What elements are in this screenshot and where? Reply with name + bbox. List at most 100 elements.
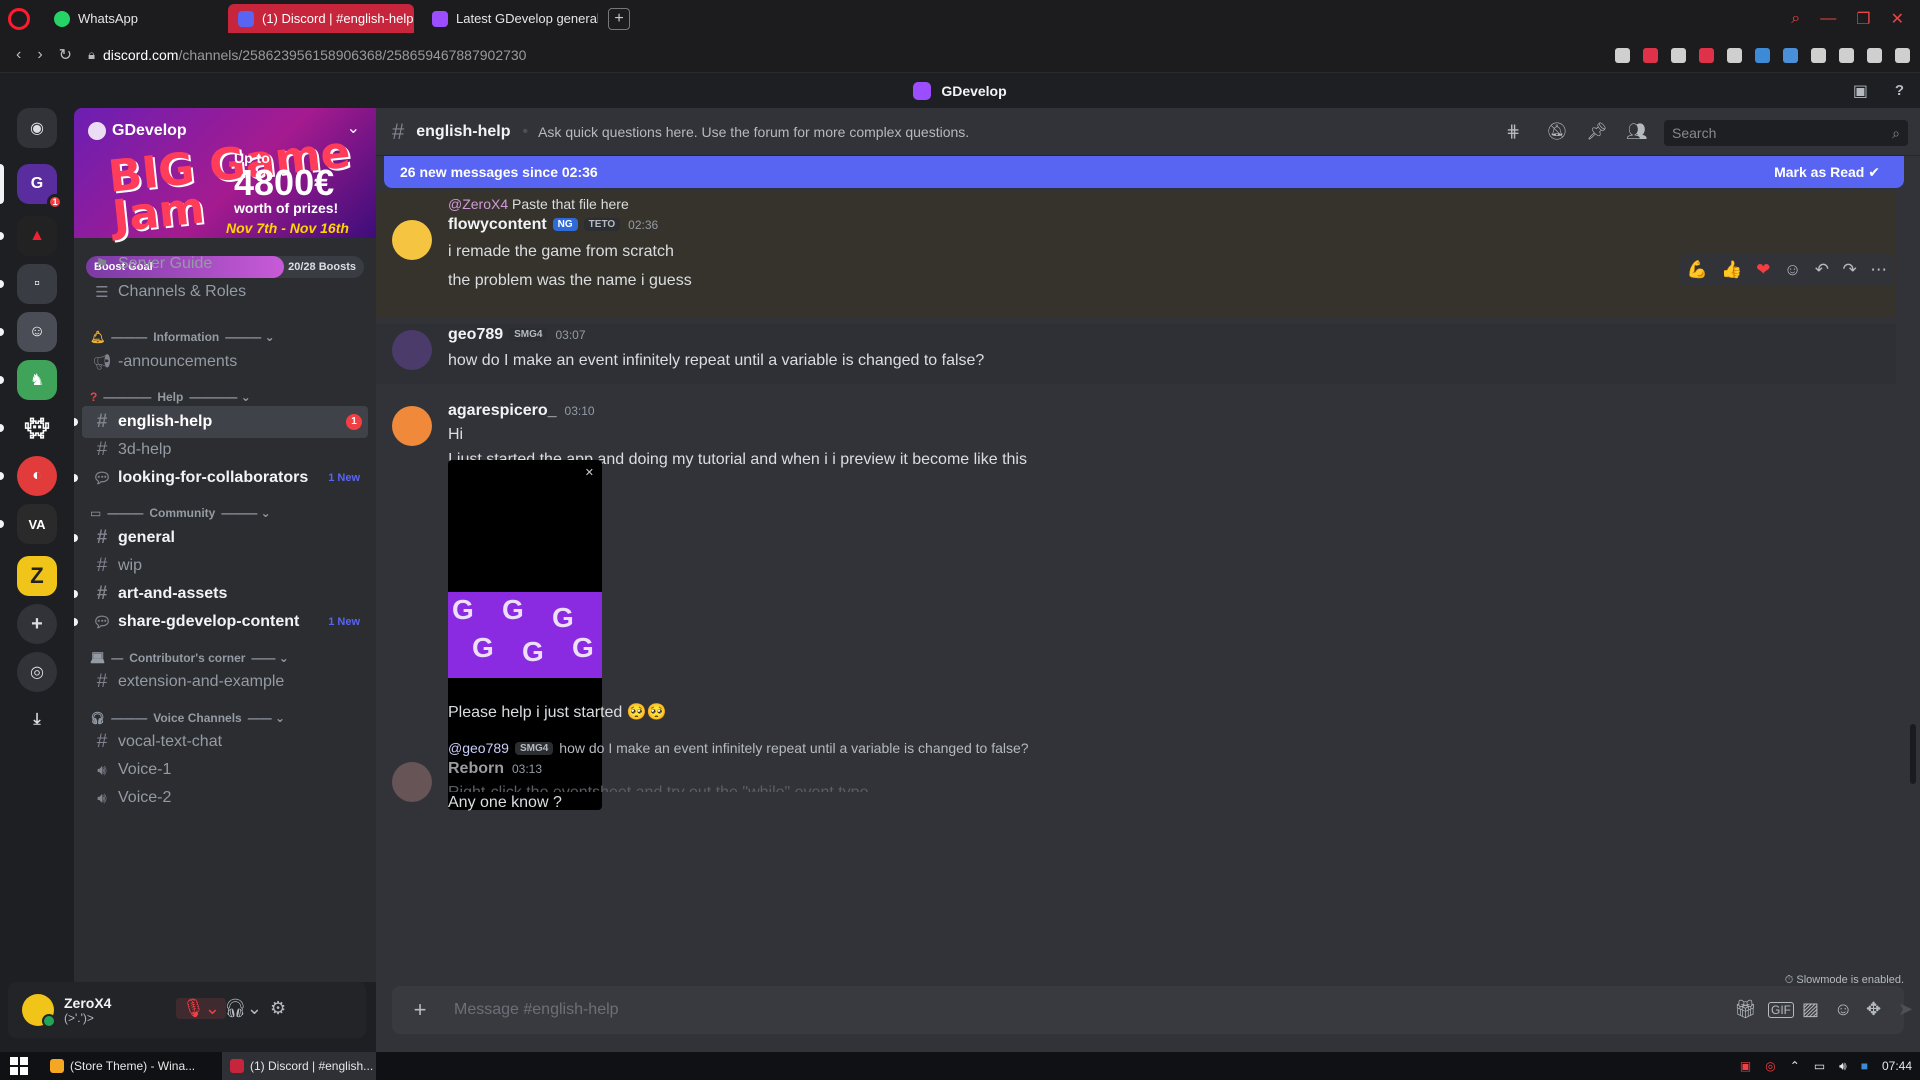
url-field[interactable]: discord.com/channels/258623956158906368/… (103, 47, 526, 63)
gift-icon[interactable]: 🎁︎ (1734, 999, 1757, 1020)
tray-blue-icon[interactable]: ■ (1861, 1059, 1868, 1073)
close-icon[interactable]: ✕ (1891, 9, 1904, 29)
forward-icon[interactable]: › (37, 46, 42, 64)
avatar[interactable] (22, 994, 56, 1028)
channel-extension-and-example[interactable]: # extension-and-example (82, 666, 368, 698)
search-input[interactable]: Search ⌕ (1664, 120, 1908, 146)
channel-voice-2[interactable]: 🔊︎ Voice-2 (82, 782, 368, 814)
thumbs-up-emoji-icon[interactable]: 👍 (1721, 260, 1742, 280)
opera-logo-icon[interactable] (8, 7, 30, 30)
forward-icon[interactable]: ↷ (1842, 260, 1856, 280)
reply-preview[interactable]: @ZeroX4 Paste that file here (448, 196, 629, 212)
sticker-icon[interactable]: ▨ (1802, 999, 1819, 1020)
new-messages-bar[interactable]: 26 new messages since 02:36 Mark as Read… (384, 156, 1904, 188)
menu-icon[interactable] (1895, 47, 1910, 63)
settings-gear-icon[interactable]: ⚙ (270, 998, 286, 1019)
avatar[interactable] (392, 406, 432, 446)
send-icon[interactable]: ➤ (1898, 999, 1913, 1020)
taskbar-item-discord[interactable]: (1) Discord | #english... (222, 1052, 376, 1080)
help-icon[interactable]: ? (1895, 82, 1904, 99)
new-tab-button[interactable]: + (608, 7, 630, 30)
tray-app-icon[interactable]: ▣ (1740, 1059, 1751, 1073)
server-icon-7[interactable]: ◐ (17, 456, 57, 496)
gdevelop-server-icon[interactable]: G 1 (17, 164, 63, 210)
opera-gx-tray-icon[interactable]: ◎ (1765, 1059, 1775, 1073)
inbox-icon[interactable]: ▣ (1853, 81, 1868, 101)
avatar[interactable] (392, 330, 432, 370)
download-apps-icon[interactable]: ⤓ (17, 700, 57, 740)
message-input[interactable]: Message #english-help (454, 1001, 619, 1019)
apps-icon[interactable]: ✥ (1866, 999, 1881, 1020)
back-icon[interactable]: ‹ (16, 46, 21, 64)
reply-preview[interactable]: @geo789 SMG4 how do I make an event infini… (448, 740, 1029, 756)
message-author[interactable]: agarespicero_ (448, 402, 557, 419)
tab-gdevelop-forum[interactable]: Latest GDevelop general t (422, 4, 598, 33)
network-icon[interactable]: ▭ (1814, 1059, 1825, 1073)
flex-emoji-icon[interactable]: 💪 (1687, 260, 1708, 280)
more-options-icon[interactable]: ⋯ (1870, 260, 1887, 280)
tab-whatsapp[interactable]: WhatsApp (44, 4, 188, 33)
volume-icon[interactable] (1699, 47, 1714, 63)
category-community[interactable]: ▭ ——— Community ——— ⌄ (90, 506, 271, 520)
server-icon-4[interactable]: ☺ (17, 312, 57, 352)
windows-start-icon[interactable] (10, 1057, 28, 1075)
reload-icon[interactable]: ↻ (59, 45, 72, 65)
gif-icon[interactable]: GIF (1768, 1002, 1794, 1018)
puzzle-icon[interactable] (1811, 47, 1826, 63)
category-help[interactable]: ? ———— Help ———— ⌄ (90, 390, 251, 404)
message-author[interactable]: flowycontent (448, 216, 547, 233)
extension-image-icon[interactable] (1783, 47, 1798, 63)
search-icon[interactable]: ⌕ (1791, 10, 1800, 28)
volume-icon[interactable]: 🔊︎ (1839, 1059, 1847, 1074)
category-information[interactable]: 🔔︎ ——— Information ——— ⌄ (90, 330, 275, 344)
snapshot-icon[interactable] (1615, 47, 1630, 63)
heart-emoji-icon[interactable]: ❤ (1756, 260, 1770, 280)
restore-icon[interactable]: ❐ (1856, 9, 1870, 29)
channel-looking-for-collaborators[interactable]: 💬︎ looking-for-collaborators 1 New (74, 462, 368, 494)
discord-home-icon[interactable]: ◉ (17, 108, 57, 148)
add-reaction-icon[interactable]: ☺ (1784, 260, 1801, 280)
threads-icon[interactable]: ⋕ (1506, 122, 1520, 142)
server-icon-3[interactable]: ▫ (17, 264, 57, 304)
download-arrow-icon[interactable] (1755, 47, 1770, 63)
avatar[interactable] (392, 762, 432, 802)
discover-icon[interactable]: ◎ (17, 652, 57, 692)
server-icon-6[interactable]: 👾︎ (17, 408, 57, 448)
headset-icon[interactable]: 🎧︎⌄ (224, 998, 262, 1019)
avatar[interactable] (392, 220, 432, 260)
channels-and-roles[interactable]: ☰ Channels & Roles (82, 276, 368, 308)
add-server-icon[interactable]: + (17, 604, 57, 644)
profile-icon[interactable] (1839, 47, 1854, 63)
member-list-icon[interactable]: 👥︎ (1626, 122, 1648, 142)
heart-icon[interactable] (1671, 47, 1686, 63)
rss-icon[interactable] (1727, 47, 1742, 63)
channel-topic[interactable]: Ask quick questions here. Use the forum … (538, 124, 969, 140)
message-author[interactable]: Reborn (448, 760, 504, 777)
reply-icon[interactable]: ↶ (1815, 260, 1829, 280)
taskbar-item-store-theme[interactable]: (Store Theme) - Wina... (42, 1052, 218, 1080)
tab-discord[interactable]: (1) Discord | #english-help (228, 4, 414, 33)
pin-icon[interactable]: 📌︎ (1586, 122, 1608, 142)
add-attachment-icon[interactable]: + (408, 997, 432, 1023)
emoji-icon[interactable]: ☺ (1834, 999, 1852, 1020)
server-banner[interactable]: GDevelop ⌄ BIG Game Jam Up to 4800€ worth … (74, 108, 376, 243)
channel-announcements[interactable]: 📢︎ -announcements (82, 346, 368, 378)
message-author[interactable]: geo789 (448, 326, 503, 343)
pocket-icon[interactable] (1643, 47, 1658, 63)
mute-mic-icon[interactable]: 🎙︎⌄ (176, 998, 226, 1019)
notification-bell-muted-icon[interactable]: 🔕︎ (1546, 122, 1568, 142)
chevron-up-icon[interactable]: ⌃ (1790, 1059, 1800, 1073)
close-icon[interactable]: ✕ (585, 466, 594, 479)
category-voice-channels[interactable]: 🎧︎ ——— Voice Channels —— ⌄ (90, 711, 285, 725)
message-composer[interactable]: + Message #english-help 🎁︎ GIF ▨ ☺ ✥ ➤ (392, 986, 1913, 1034)
scrollbar-thumb[interactable] (1910, 724, 1916, 784)
server-icon-zerox[interactable]: Z (17, 556, 57, 596)
mark-as-read-button[interactable]: Mark as Read ✔ (1774, 164, 1880, 181)
category-contributors-corner[interactable]: 💻︎ — Contributor's corner —— ⌄ (90, 651, 289, 665)
downloads-icon[interactable] (1867, 47, 1882, 63)
server-icon-2[interactable]: ▲ (17, 216, 57, 256)
clock[interactable]: 07:44 (1882, 1059, 1912, 1073)
minimize-icon[interactable]: — (1820, 10, 1836, 28)
channel-share-gdevelop-content[interactable]: 💬︎ share-gdevelop-content 1 New (74, 606, 368, 638)
server-icon-5[interactable]: ♞ (17, 360, 57, 400)
